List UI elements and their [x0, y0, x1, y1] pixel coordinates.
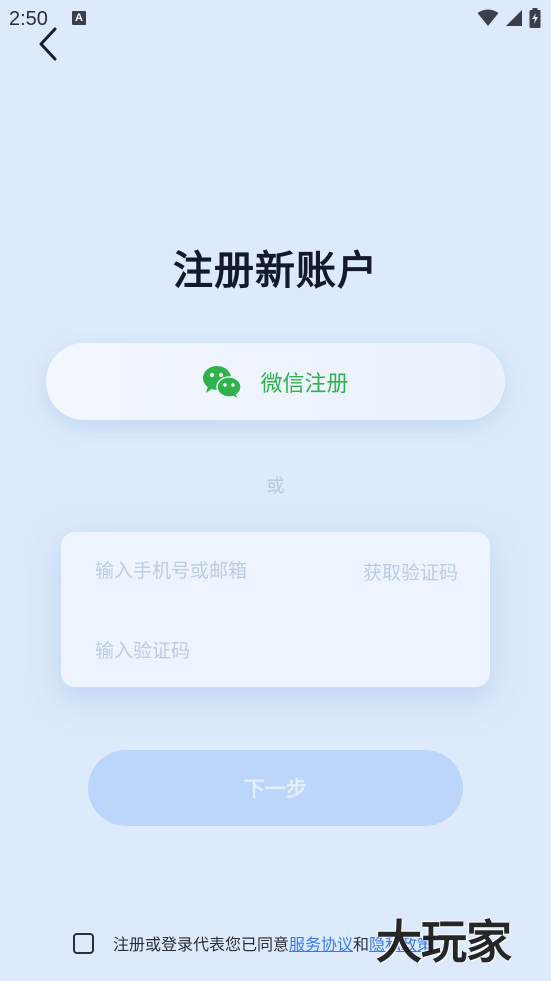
account-input[interactable] — [95, 554, 335, 588]
wifi-icon — [477, 9, 499, 26]
status-icons — [477, 8, 541, 28]
signal-icon — [506, 10, 522, 26]
wechat-icon — [203, 365, 243, 398]
service-agreement-link[interactable]: 服务协议 — [289, 935, 353, 954]
code-row — [61, 620, 490, 680]
verification-code-input[interactable] — [95, 634, 455, 668]
get-code-button[interactable]: 获取验证码 — [363, 558, 458, 585]
page-title: 注册新账户 — [173, 248, 378, 294]
a-notification-icon: A — [72, 11, 86, 25]
status-bar: 2:50 A — [0, 0, 551, 36]
battery-charging-icon — [529, 8, 541, 28]
wechat-register-label: 微信注册 — [260, 371, 349, 397]
agreement-checkbox[interactable] — [73, 932, 94, 954]
register-form: 获取验证码 — [61, 532, 490, 687]
wechat-register-button[interactable]: 微信注册 — [46, 343, 505, 420]
back-button[interactable] — [30, 24, 66, 64]
chevron-left-icon — [39, 27, 57, 61]
watermark-logo: 大玩家 — [376, 915, 512, 969]
account-row: 获取验证码 — [61, 540, 490, 600]
or-divider: 或 — [266, 476, 285, 497]
next-step-button[interactable]: 下一步 — [88, 750, 463, 826]
agreement-prefix: 注册或登录代表您已同意 — [113, 935, 290, 954]
agreement-conjunction: 和 — [353, 935, 370, 954]
